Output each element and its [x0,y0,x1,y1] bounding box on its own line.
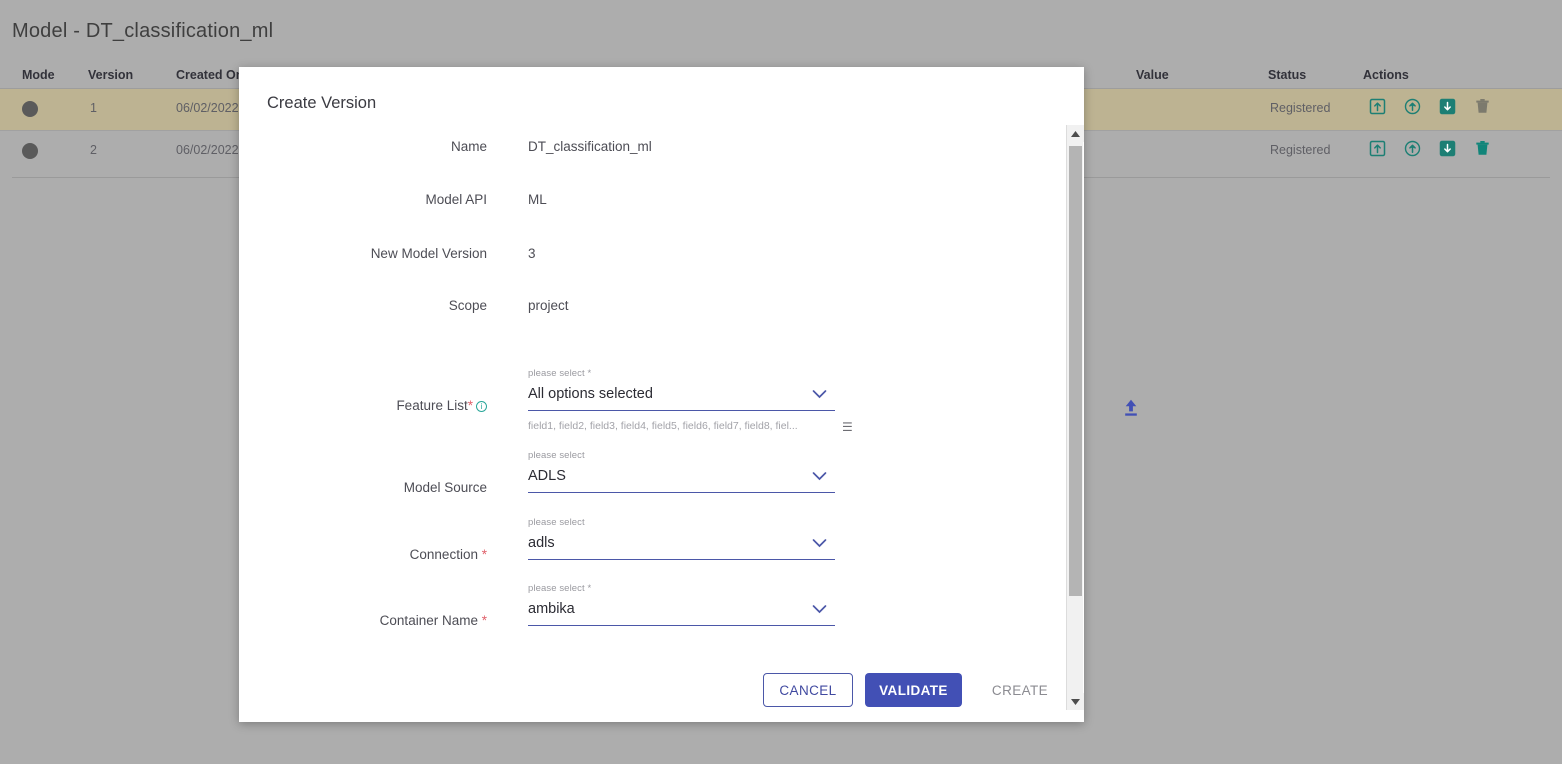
required-asterisk: * [468,398,473,413]
value-model-api: ML [528,192,547,207]
column-header-actions: Actions [1363,68,1409,82]
mode-dot-icon [22,143,38,159]
row-actions [1369,140,1491,157]
feature-list-select[interactable]: please select * All options selected [528,381,835,411]
cell-version: 2 [90,143,97,157]
connection-hint: please select [528,517,585,528]
column-header-version: Version [88,68,133,82]
feature-list-selected-fields: field1, field2, field3, field4, field5, … [528,420,798,432]
upload-icon[interactable] [1120,397,1142,419]
feature-list-hint: please select * [528,368,591,379]
validate-button[interactable]: VALIDATE [865,673,962,707]
container-name-hint: please select * [528,583,591,594]
dialog-scrollbar[interactable] [1066,125,1083,710]
chevron-down-icon [812,536,827,551]
status-badge: Registered [1270,143,1330,157]
feature-list-value: All options selected [528,386,653,402]
open-in-new-icon[interactable] [1369,140,1386,157]
upload-circle-icon[interactable] [1404,140,1421,157]
column-header-value: Value [1136,68,1169,82]
value-name: DT_classification_ml [528,139,652,154]
scroll-up-arrow-icon[interactable] [1067,125,1084,142]
column-header-status: Status [1268,68,1306,82]
download-box-icon[interactable] [1439,98,1456,115]
dialog-form: Name DT_classification_ml Model API ML N… [239,125,1084,660]
label-container-name: Container Name * [239,613,487,628]
model-source-value: ADLS [528,468,566,484]
cancel-button[interactable]: CANCEL [763,673,853,707]
info-icon[interactable]: i [476,401,487,412]
model-source-hint: please select [528,450,585,461]
container-name-value: ambika [528,601,575,617]
list-menu-icon[interactable]: ☰ [842,420,853,434]
mode-dot-icon [22,101,38,117]
required-asterisk: * [482,613,487,628]
chevron-down-icon [812,602,827,617]
cell-created-on: 06/02/2022 [176,101,239,115]
label-feature-list: Feature List*i [239,398,487,413]
value-scope: project [528,298,569,313]
label-model-source: Model Source [239,480,487,495]
create-button[interactable]: CREATE [979,673,1061,707]
label-new-model-version: New Model Version [239,246,487,261]
connection-value: adls [528,535,555,551]
chevron-down-icon [812,469,827,484]
scrollbar-thumb[interactable] [1069,146,1082,596]
column-header-created-on: Created On [176,68,243,82]
label-model-api: Model API [239,192,487,207]
required-asterisk: * [482,547,487,562]
label-scope: Scope [239,298,487,313]
cell-version: 1 [90,101,97,115]
delete-icon[interactable] [1474,98,1491,115]
model-source-select[interactable]: please select ADLS [528,463,835,493]
cell-created-on: 06/02/2022 [176,143,239,157]
download-box-icon[interactable] [1439,140,1456,157]
status-badge: Registered [1270,101,1330,115]
column-header-mode: Mode [22,68,55,82]
page-title: Model - DT_classification_ml [12,20,273,43]
dialog-title: Create Version [267,94,376,113]
upload-circle-icon[interactable] [1404,98,1421,115]
chevron-down-icon [812,387,827,402]
row-actions [1369,98,1491,115]
dialog-footer: CANCEL VALIDATE CREATE [239,660,1084,722]
delete-icon[interactable] [1474,140,1491,157]
container-name-select[interactable]: please select * ambika [528,596,835,626]
open-in-new-icon[interactable] [1369,98,1386,115]
label-connection: Connection * [239,547,487,562]
create-version-dialog: Create Version Name DT_classification_ml… [239,67,1084,722]
label-name: Name [239,139,487,154]
connection-select[interactable]: please select adls [528,530,835,560]
value-new-model-version: 3 [528,246,536,261]
